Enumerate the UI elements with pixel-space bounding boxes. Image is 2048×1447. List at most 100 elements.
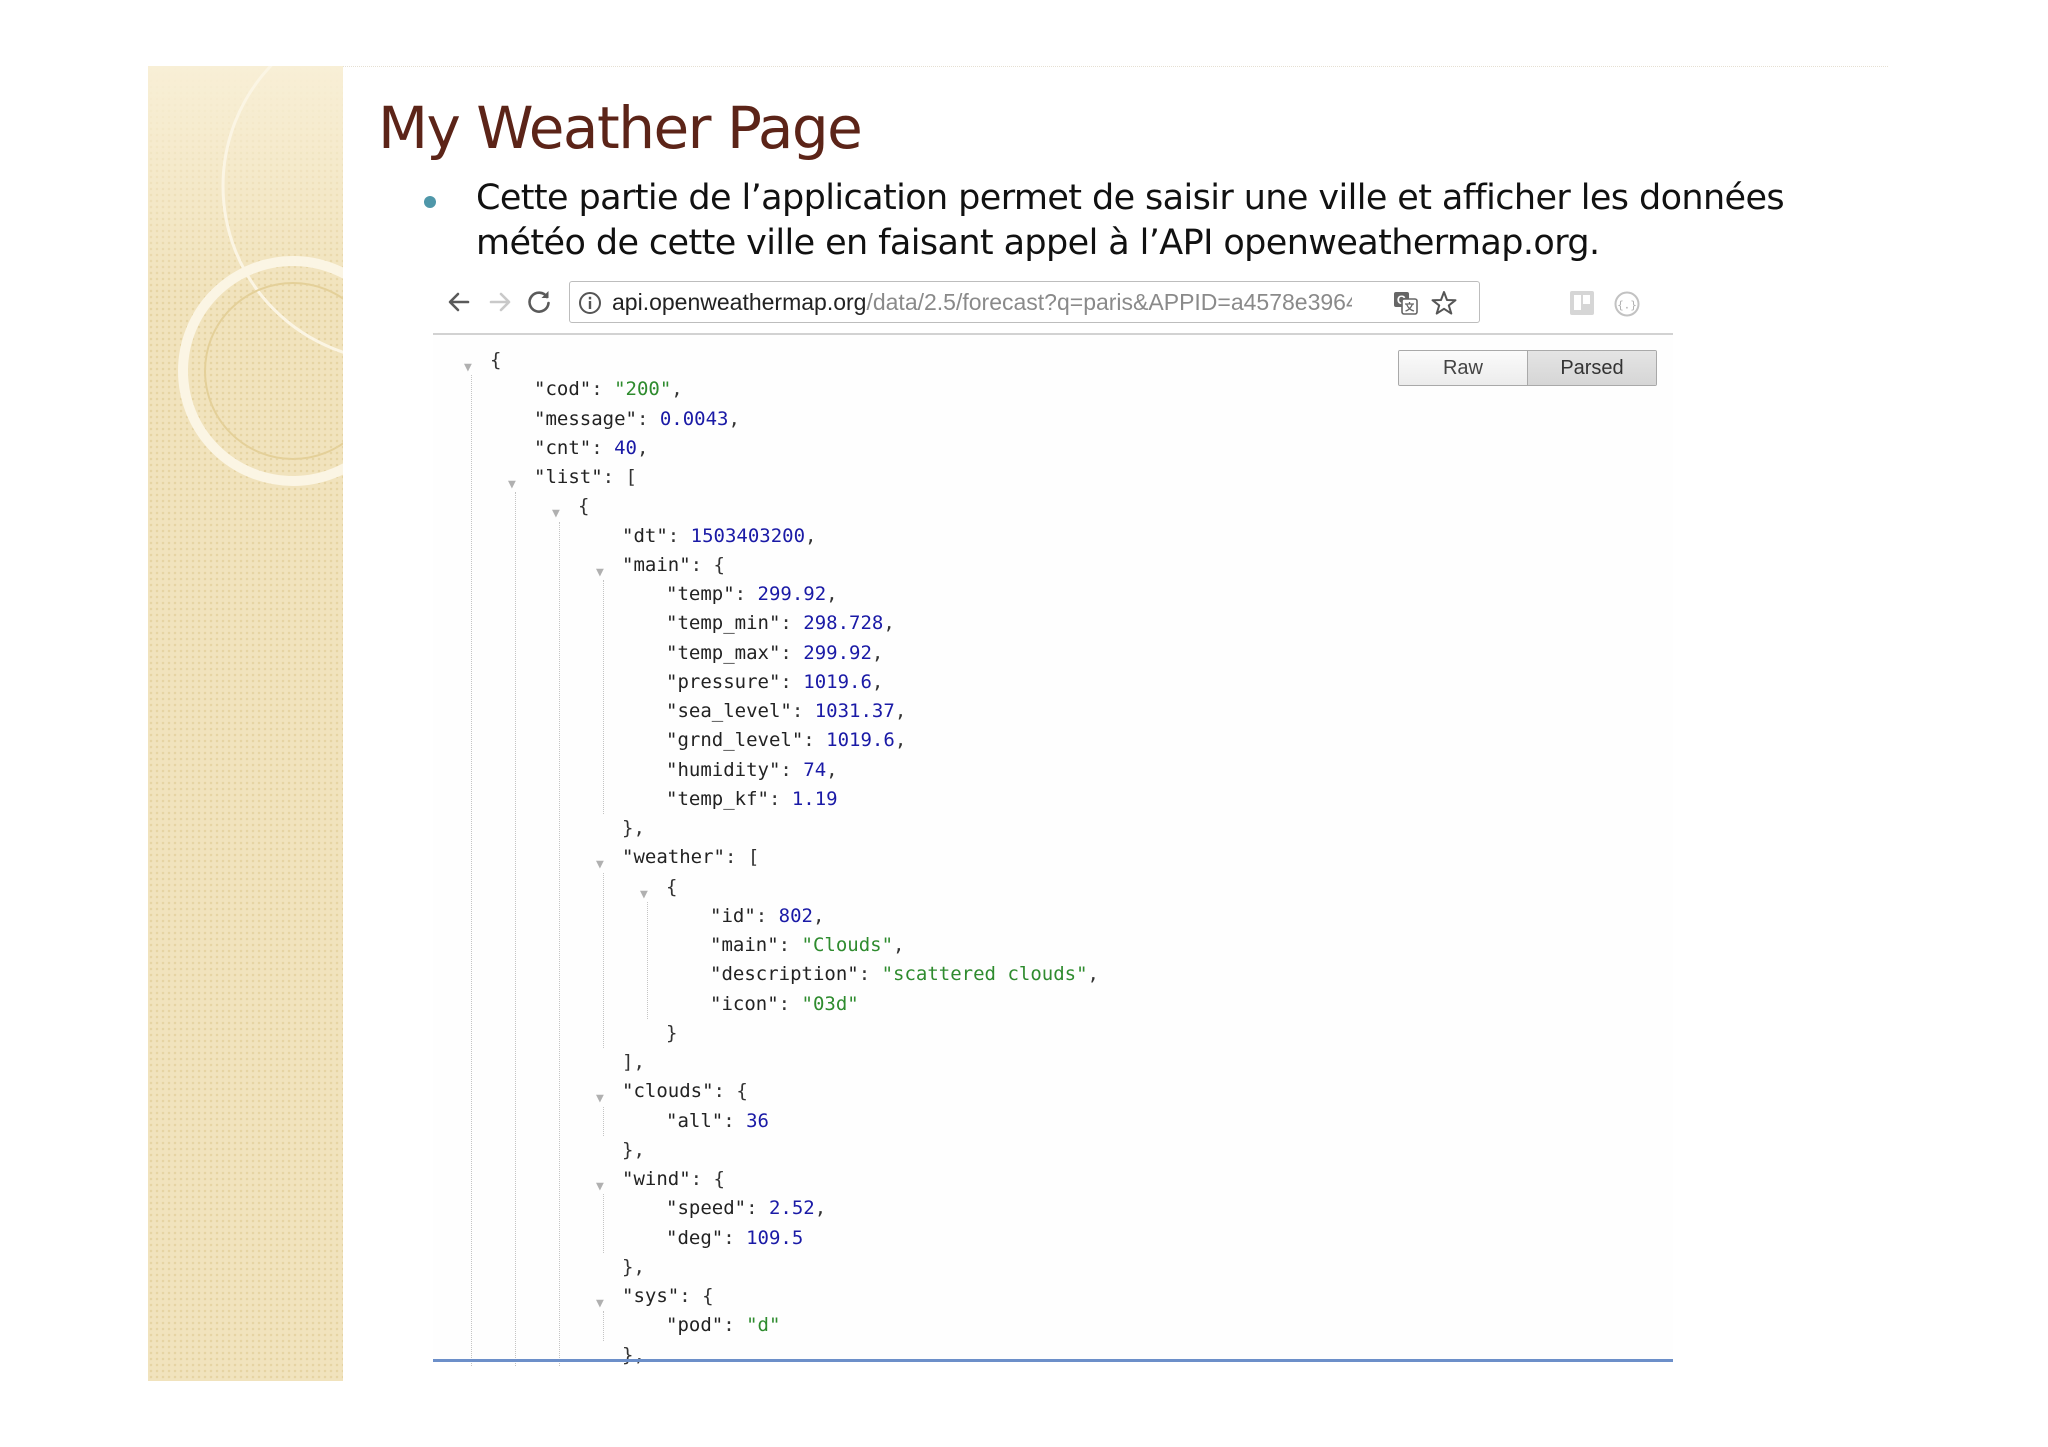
json-key: "temp_kf" xyxy=(666,787,769,810)
json-string-value: "03d" xyxy=(801,992,859,1015)
json-colon: : xyxy=(768,787,792,810)
json-comma: , xyxy=(636,436,649,459)
extension-icon[interactable] xyxy=(1569,290,1595,320)
parsed-button[interactable]: Parsed xyxy=(1527,351,1656,385)
json-colon: : xyxy=(723,1226,747,1249)
json-comma: , xyxy=(883,612,895,635)
json-punctuation: ], xyxy=(622,1051,645,1073)
json-line: "message": 0.0043, xyxy=(534,405,740,434)
json-number-value: 36 xyxy=(746,1109,769,1132)
json-line: "sys": { xyxy=(622,1282,714,1311)
browser-screenshot: api.openweathermap.org/data/2.5/forecast… xyxy=(433,276,1673,1366)
collapse-toggle-icon[interactable]: ▼ xyxy=(464,353,472,382)
url-text[interactable]: api.openweathermap.org/data/2.5/forecast… xyxy=(612,282,1352,322)
json-comma: , xyxy=(812,904,825,927)
raw-button[interactable]: Raw xyxy=(1399,351,1527,385)
json-colon: : xyxy=(778,934,802,956)
info-icon[interactable] xyxy=(578,291,602,319)
json-comma: , xyxy=(894,700,907,722)
collapse-toggle-icon[interactable]: ▼ xyxy=(596,1084,604,1113)
json-key: "temp_max" xyxy=(666,641,781,664)
json-key: "all" xyxy=(666,1109,724,1132)
json-number-value: 299.92 xyxy=(757,583,827,605)
json-colon: : xyxy=(602,466,626,488)
json-comma: , xyxy=(893,934,905,956)
json-colon: : xyxy=(667,524,691,547)
json-colon: : xyxy=(858,963,882,986)
json-punctuation: { xyxy=(490,349,502,371)
json-open-bracket: { xyxy=(713,553,725,576)
json-punctuation: }, xyxy=(622,1343,645,1366)
json-line: "deg": 109.5 xyxy=(666,1224,803,1253)
json-key: "main" xyxy=(622,553,691,576)
browser-bottom-border xyxy=(433,1359,1673,1362)
json-number-value: 0.0043 xyxy=(659,407,729,430)
json-number-value: 1019.6 xyxy=(803,670,872,693)
json-comma: , xyxy=(814,1197,827,1220)
json-line: "all": 36 xyxy=(666,1107,769,1136)
json-line: "list": [ xyxy=(534,463,637,492)
browser-toolbar: api.openweathermap.org/data/2.5/forecast… xyxy=(433,276,1673,335)
collapse-toggle-icon[interactable]: ▼ xyxy=(508,470,516,499)
json-indent-guide xyxy=(559,521,560,1366)
svg-text:{.}: {.} xyxy=(1617,299,1637,312)
json-line: "dt": 1503403200, xyxy=(622,522,817,551)
json-key: "humidity" xyxy=(666,758,781,781)
json-colon: : xyxy=(713,1080,737,1103)
json-line: "weather": [ xyxy=(622,843,759,872)
json-line: ], xyxy=(622,1048,645,1077)
json-line: }, xyxy=(622,1136,645,1165)
back-arrow-icon[interactable] xyxy=(441,284,477,320)
translate-icon[interactable]: G xyxy=(1393,291,1419,319)
json-line: "speed": 2.52, xyxy=(666,1194,826,1223)
json-indent-guide xyxy=(603,872,604,1048)
json-indent-guide xyxy=(515,492,516,1366)
json-punctuation: { xyxy=(666,875,678,898)
json-line: "temp_max": 299.92, xyxy=(666,639,883,668)
collapse-toggle-icon[interactable]: ▼ xyxy=(552,499,560,528)
json-line: "icon": "03d" xyxy=(710,990,859,1019)
json-number-value: 1019.6 xyxy=(826,729,895,752)
json-number-value: 40 xyxy=(614,436,637,459)
json-number-value: 1503403200 xyxy=(690,524,806,547)
json-colon: : xyxy=(591,436,615,459)
json-line: "sea_level": 1031.37, xyxy=(666,697,906,726)
star-icon[interactable] xyxy=(1430,289,1458,321)
json-colon: : xyxy=(755,904,779,927)
forward-arrow-icon[interactable] xyxy=(482,284,518,320)
json-comma: , xyxy=(871,670,884,693)
json-key: "cod" xyxy=(534,378,592,401)
view-toggle: Raw Parsed xyxy=(1398,350,1657,386)
json-colon: : xyxy=(679,1285,703,1307)
sidebar-circles-decoration xyxy=(178,66,343,486)
reload-icon[interactable] xyxy=(521,284,557,320)
slide-bullet-text: Cette partie de l’application permet de … xyxy=(476,178,1785,263)
json-punctuation: } xyxy=(666,1021,678,1044)
json-colon: : xyxy=(724,846,748,869)
extension-icon[interactable]: {.} xyxy=(1613,290,1641,322)
collapse-toggle-icon[interactable]: ▼ xyxy=(596,1172,604,1201)
json-colon: : xyxy=(636,407,660,430)
json-line: "grnd_level": 1019.6, xyxy=(666,726,906,755)
json-line: "cnt": 40, xyxy=(534,434,648,463)
json-key: "pod" xyxy=(666,1314,724,1337)
json-key: "pressure" xyxy=(666,670,781,693)
json-colon: : xyxy=(780,670,804,693)
json-punctuation: }, xyxy=(622,1255,645,1278)
json-key: "sea_level" xyxy=(666,700,792,722)
bullet-point-icon xyxy=(424,196,436,208)
address-bar[interactable]: api.openweathermap.org/data/2.5/forecast… xyxy=(569,281,1480,323)
json-key: "list" xyxy=(534,466,603,488)
json-line: "wind": { xyxy=(622,1165,725,1194)
collapse-toggle-icon[interactable]: ▼ xyxy=(596,1289,604,1318)
collapse-toggle-icon[interactable]: ▼ xyxy=(596,850,604,879)
json-punctuation: { xyxy=(578,495,590,518)
json-key: "id" xyxy=(710,904,756,927)
collapse-toggle-icon[interactable]: ▼ xyxy=(596,558,604,587)
json-key: "temp_min" xyxy=(666,612,781,635)
json-colon: : xyxy=(746,1197,769,1220)
json-key: "sys" xyxy=(622,1285,680,1307)
json-string-value: "scattered clouds" xyxy=(881,963,1088,986)
json-comma: , xyxy=(1087,963,1099,986)
collapse-toggle-icon[interactable]: ▼ xyxy=(640,880,648,909)
